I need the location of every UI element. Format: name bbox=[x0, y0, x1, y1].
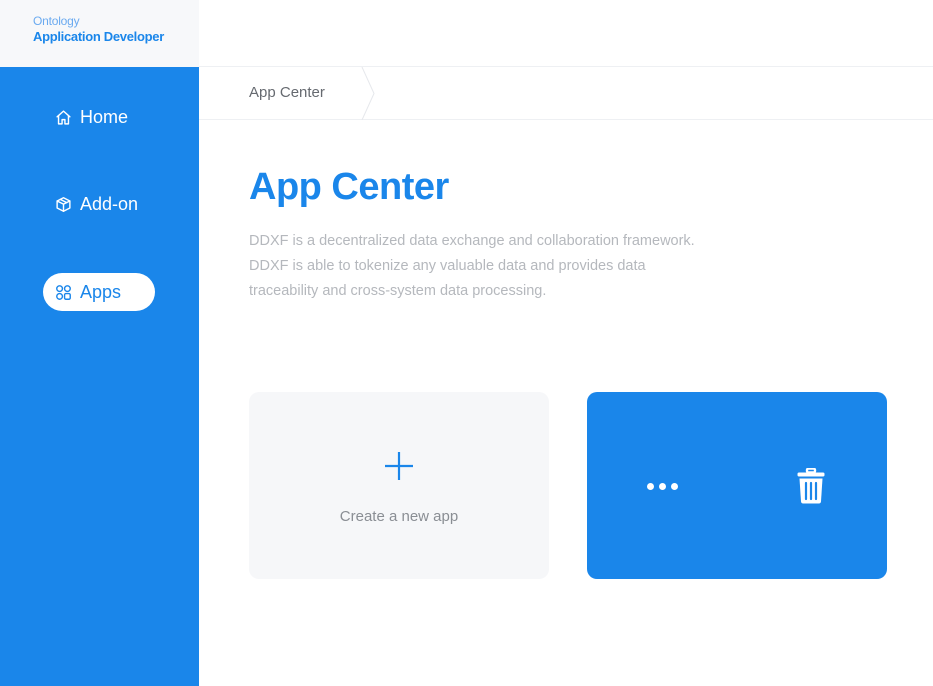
create-new-app-card[interactable]: Create a new app bbox=[249, 392, 549, 579]
sidebar-item-home[interactable]: Home bbox=[43, 98, 155, 136]
description-line: DDXF is able to tokenize any valuable da… bbox=[249, 258, 646, 274]
top-bar bbox=[199, 0, 933, 67]
home-icon bbox=[54, 108, 72, 126]
page-title: App Center bbox=[249, 166, 449, 208]
sidebar-item-add-on[interactable]: Add-on bbox=[43, 185, 155, 223]
sidebar-item-apps[interactable]: Apps bbox=[43, 273, 155, 311]
dot-icon bbox=[670, 482, 678, 490]
description-line: traceability and cross-system data proce… bbox=[249, 283, 547, 299]
trash-icon bbox=[797, 468, 825, 504]
plus-icon bbox=[385, 452, 413, 480]
more-options-button[interactable] bbox=[637, 472, 687, 500]
sidebar-item-label: Home bbox=[80, 106, 129, 127]
app-card[interactable] bbox=[587, 392, 887, 579]
cube-icon bbox=[54, 195, 72, 213]
brand-line1: Ontology bbox=[33, 14, 80, 28]
brand-line2: Application Developer bbox=[33, 29, 164, 44]
description-line: DDXF is a decentralized data exchange an… bbox=[249, 233, 695, 249]
page-description: DDXF is a decentralized data exchange an… bbox=[249, 229, 729, 304]
sidebar-item-label: Add-on bbox=[80, 193, 139, 214]
create-new-app-label: Create a new app bbox=[339, 508, 459, 525]
breadcrumb-current[interactable]: App Center bbox=[249, 67, 325, 120]
dot-icon bbox=[658, 482, 666, 490]
brand-logo: Ontology Application Developer bbox=[0, 0, 199, 67]
sidebar-item-label: Apps bbox=[80, 281, 122, 302]
sidebar: Home Add-on Apps bbox=[0, 67, 199, 686]
apps-grid-icon bbox=[54, 283, 72, 301]
breadcrumb-separator-icon bbox=[361, 67, 375, 120]
dot-icon bbox=[646, 482, 654, 490]
delete-app-button[interactable] bbox=[794, 466, 828, 506]
breadcrumb: App Center bbox=[199, 67, 933, 120]
